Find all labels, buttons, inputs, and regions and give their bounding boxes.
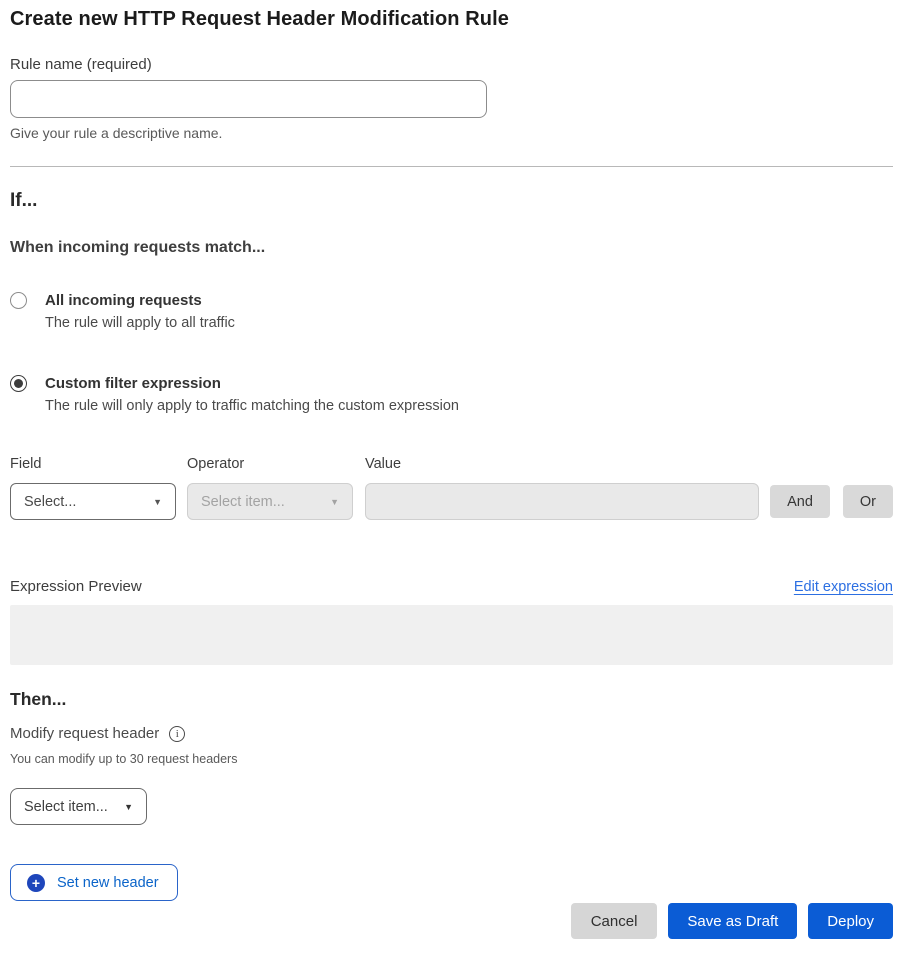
or-button[interactable]: Or — [843, 485, 893, 518]
info-icon[interactable]: i — [169, 726, 185, 742]
radio-option-custom-filter[interactable]: Custom filter expression The rule will o… — [10, 374, 893, 415]
radio-desc-custom-filter: The rule will only apply to traffic matc… — [45, 397, 459, 415]
chevron-down-icon: ▼ — [153, 497, 162, 507]
field-select[interactable]: Select... ▼ — [10, 483, 176, 520]
radio-option-texts: All incoming requests The rule will appl… — [45, 291, 235, 332]
create-rule-form: Create new HTTP Request Header Modificat… — [0, 0, 899, 939]
radio-desc-all-incoming: The rule will apply to all traffic — [45, 314, 235, 332]
set-new-header-label: Set new header — [57, 875, 159, 891]
value-input — [365, 483, 759, 520]
value-column: Value — [365, 456, 759, 520]
field-column: Field Select... ▼ — [10, 456, 176, 520]
radio-button-custom-filter[interactable] — [10, 375, 27, 392]
expression-builder-row: Field Select... ▼ Operator Select item..… — [10, 456, 893, 520]
expression-preview-box — [10, 605, 893, 665]
operator-column: Operator Select item... ▼ — [187, 456, 353, 520]
then-heading: Then... — [10, 688, 893, 710]
radio-option-all-incoming[interactable]: All incoming requests The rule will appl… — [10, 291, 893, 332]
operator-label: Operator — [187, 456, 353, 472]
modify-header-row: Modify request header i — [10, 724, 893, 743]
field-label: Field — [10, 456, 176, 472]
rule-name-helper: Give your rule a descriptive name. — [10, 125, 893, 142]
modify-header-helper: You can modify up to 30 request headers — [10, 752, 893, 766]
rule-name-label: Rule name (required) — [10, 56, 893, 73]
and-button[interactable]: And — [770, 485, 830, 518]
radio-button-all-incoming[interactable] — [10, 292, 27, 309]
operator-select-value: Select item... — [201, 494, 285, 510]
radio-option-texts: Custom filter expression The rule will o… — [45, 374, 459, 415]
value-label: Value — [365, 456, 759, 472]
chevron-down-icon: ▼ — [124, 802, 133, 812]
plus-circle-icon: + — [27, 874, 45, 892]
header-action-select-value: Select item... — [24, 799, 108, 815]
footer-actions: Cancel Save as Draft Deploy — [10, 903, 893, 939]
when-subheading: When incoming requests match... — [10, 238, 893, 257]
edit-expression-link[interactable]: Edit expression — [794, 579, 893, 595]
save-as-draft-button[interactable]: Save as Draft — [668, 903, 797, 939]
cancel-button[interactable]: Cancel — [571, 903, 658, 939]
header-action-select[interactable]: Select item... ▼ — [10, 788, 147, 825]
chevron-down-icon: ▼ — [330, 497, 339, 507]
radio-label-all-incoming: All incoming requests — [45, 291, 235, 310]
section-divider — [10, 166, 893, 167]
expression-preview-label: Expression Preview — [10, 577, 142, 597]
expression-preview-header: Expression Preview Edit expression — [10, 577, 893, 597]
operator-select: Select item... ▼ — [187, 483, 353, 520]
rule-name-input[interactable] — [10, 80, 487, 118]
field-select-value: Select... — [24, 494, 76, 510]
page-title: Create new HTTP Request Header Modificat… — [10, 8, 893, 31]
set-new-header-button[interactable]: + Set new header — [10, 864, 178, 901]
if-heading: If... — [10, 189, 893, 213]
modify-request-header-label: Modify request header — [10, 724, 159, 743]
deploy-button[interactable]: Deploy — [808, 903, 893, 939]
radio-label-custom-filter: Custom filter expression — [45, 374, 459, 393]
